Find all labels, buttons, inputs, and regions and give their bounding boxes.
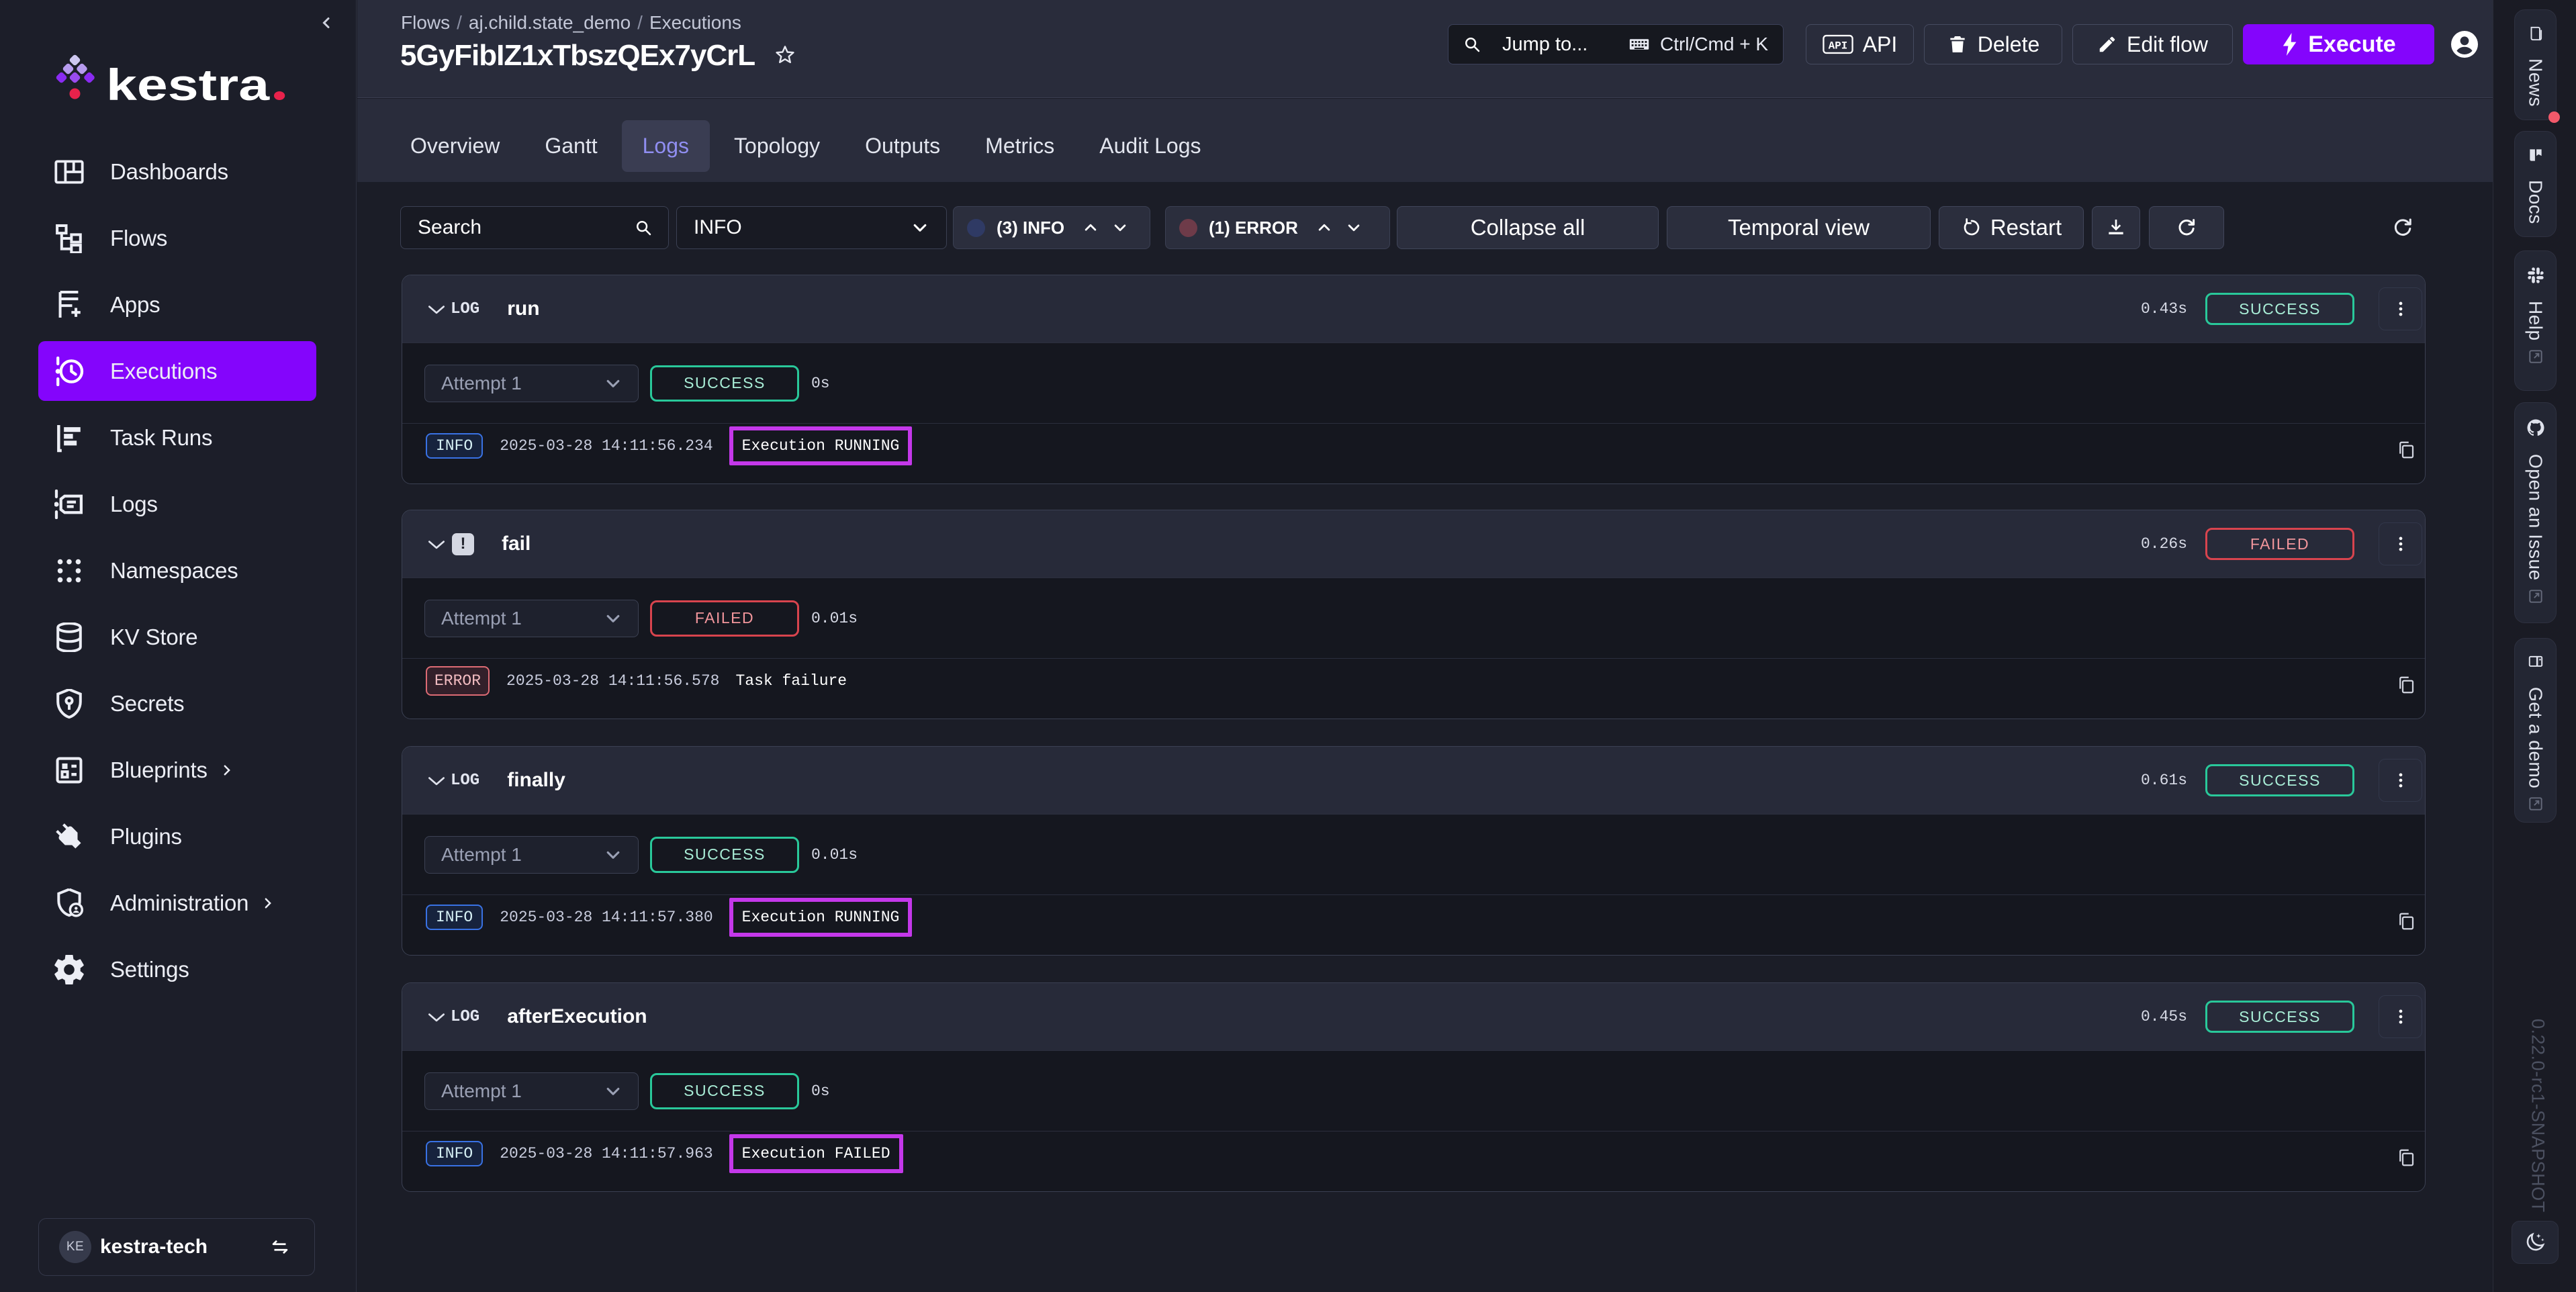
- svg-text:API: API: [1828, 40, 1847, 52]
